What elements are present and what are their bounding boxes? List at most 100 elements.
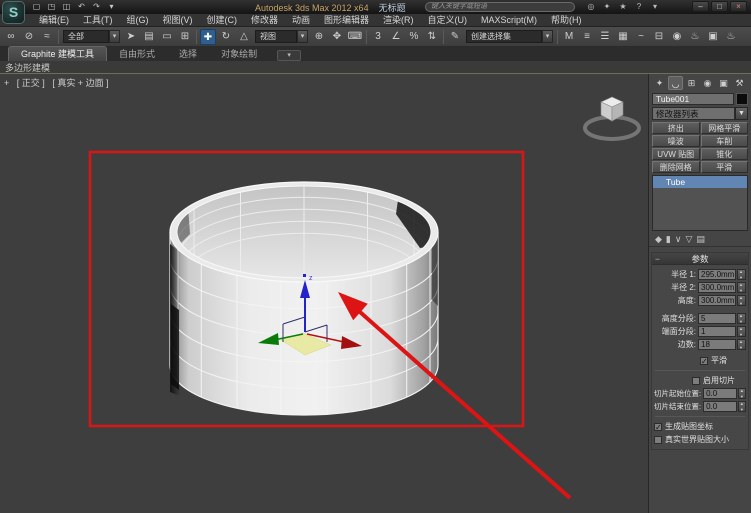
viewport-shading-label[interactable]: [ 真实 + 边面 ] bbox=[52, 78, 108, 88]
spinner-arrows-icon[interactable] bbox=[737, 282, 746, 293]
align-icon[interactable]: ≡ bbox=[579, 29, 595, 45]
pin-stack-icon[interactable]: ◆ bbox=[655, 233, 662, 246]
edit-named-selections-icon[interactable]: ✎ bbox=[447, 29, 463, 45]
favorites-icon[interactable]: ★ bbox=[617, 1, 629, 12]
menu-create[interactable]: 创建(C) bbox=[200, 14, 245, 27]
enable-slice-checkbox[interactable]: 启用切片 bbox=[692, 374, 746, 387]
tab-utilities-icon[interactable]: ⚒ bbox=[732, 76, 747, 90]
parameter-value-field[interactable]: 300.0mm bbox=[698, 295, 736, 306]
checkbox-icon[interactable] bbox=[654, 422, 662, 431]
render-setup-icon[interactable]: ♨ bbox=[687, 29, 703, 45]
schematic-view-icon[interactable]: ⊟ bbox=[651, 29, 667, 45]
menu-edit[interactable]: 编辑(E) bbox=[32, 14, 76, 27]
maximize-button[interactable]: □ bbox=[711, 1, 728, 12]
help-dropdown-icon[interactable]: ▾ bbox=[649, 1, 661, 12]
search-input[interactable]: 键入关键字或短语 bbox=[425, 2, 575, 12]
modifier-stack[interactable]: Tube bbox=[652, 175, 748, 231]
percent-snap-icon[interactable]: % bbox=[406, 29, 422, 45]
mirror-icon[interactable]: M bbox=[561, 29, 577, 45]
window-crossing-icon[interactable]: ⊞ bbox=[177, 29, 193, 45]
modifier-list-dropdown[interactable]: 修改器列表 bbox=[652, 107, 735, 120]
tab-modify-icon[interactable]: ◡ bbox=[668, 76, 683, 90]
chevron-down-icon[interactable]: ▾ bbox=[297, 30, 308, 43]
tab-create-icon[interactable]: ✦ bbox=[652, 76, 667, 90]
checkbox-icon[interactable] bbox=[654, 435, 662, 444]
parameter-value-field[interactable]: 5 bbox=[698, 313, 736, 324]
show-end-result-icon[interactable]: ▮ bbox=[666, 233, 671, 246]
menu-modifiers[interactable]: 修改器 bbox=[244, 14, 285, 27]
tab-freeform[interactable]: 自由形式 bbox=[107, 47, 167, 61]
bind-to-space-warp-icon[interactable]: ≈ bbox=[39, 29, 55, 45]
make-unique-icon[interactable]: ∨ bbox=[675, 233, 682, 246]
tab-motion-icon[interactable]: ◉ bbox=[700, 76, 715, 90]
selection-filter-dropdown[interactable]: 全部 ▾ bbox=[63, 30, 120, 43]
menu-animation[interactable]: 动画 bbox=[285, 14, 317, 27]
btn-uvw-map[interactable]: UVW 贴图 bbox=[652, 148, 700, 160]
btn-smooth[interactable]: 平滑 bbox=[700, 161, 748, 173]
real-world-map-size-checkbox[interactable]: 真实世界贴图大小 bbox=[654, 433, 746, 446]
app-logo-icon[interactable]: S bbox=[2, 1, 25, 24]
object-name-field[interactable]: Tube001 bbox=[652, 93, 734, 105]
spinner-arrows-icon[interactable] bbox=[737, 295, 746, 306]
material-editor-icon[interactable]: ◉ bbox=[669, 29, 685, 45]
smooth-checkbox[interactable]: 平滑 bbox=[700, 354, 746, 367]
rendered-frame-icon[interactable]: ▣ bbox=[705, 29, 721, 45]
menu-maxscript[interactable]: MAXScript(M) bbox=[474, 14, 544, 27]
menu-group[interactable]: 组(G) bbox=[120, 14, 156, 27]
communication-center-icon[interactable]: ✦ bbox=[601, 1, 613, 12]
select-and-rotate-icon[interactable]: ↻ bbox=[218, 29, 234, 45]
spinner-arrows-icon[interactable] bbox=[737, 269, 746, 280]
unlink-selection-icon[interactable]: ⊘ bbox=[21, 29, 37, 45]
chevron-down-icon[interactable]: ▼ bbox=[735, 107, 748, 120]
collapse-icon[interactable]: − bbox=[655, 253, 660, 265]
viewport-label[interactable]: + [ 正交 ] [ 真实 + 边面 ] bbox=[4, 76, 114, 89]
select-and-move-icon[interactable]: ✚ bbox=[200, 28, 216, 45]
spinner-snap-icon[interactable]: ⇅ bbox=[424, 29, 440, 45]
tab-selection[interactable]: 选择 bbox=[167, 47, 209, 61]
menu-views[interactable]: 视图(V) bbox=[156, 14, 200, 27]
layer-manager-icon[interactable]: ☰ bbox=[597, 29, 613, 45]
remove-modifier-icon[interactable]: ▽ bbox=[685, 233, 692, 246]
viewport-canvas[interactable]: z bbox=[0, 74, 648, 513]
chevron-down-icon[interactable]: ▾ bbox=[109, 30, 120, 43]
named-selection-sets-dropdown[interactable]: 创建选择集 ▾ bbox=[466, 30, 553, 43]
viewcube[interactable] bbox=[583, 96, 641, 141]
render-production-icon[interactable]: ♨ bbox=[723, 29, 739, 45]
redo-icon[interactable]: ↷ bbox=[90, 1, 103, 13]
generate-mapping-coords-checkbox[interactable]: 生成贴图坐标 bbox=[654, 420, 746, 433]
menu-help[interactable]: 帮助(H) bbox=[544, 14, 589, 27]
use-pivot-center-icon[interactable]: ⊕ bbox=[311, 29, 327, 45]
btn-extrude[interactable]: 挤出 bbox=[652, 122, 700, 134]
select-and-manipulate-icon[interactable]: ✥ bbox=[329, 29, 345, 45]
menu-graph-editors[interactable]: 图形编辑器 bbox=[317, 14, 376, 27]
btn-delete-mesh[interactable]: 删除网格 bbox=[652, 161, 700, 173]
curve-editor-icon[interactable]: ~ bbox=[633, 29, 649, 45]
graphite-toggle-icon[interactable]: ▦ bbox=[615, 29, 631, 45]
reference-coordinate-dropdown[interactable]: 视图 ▾ bbox=[255, 30, 308, 43]
btn-mesh-smooth[interactable]: 网格平滑 bbox=[700, 122, 748, 134]
spinner-arrows-icon[interactable] bbox=[737, 401, 746, 412]
parameter-value-field[interactable]: 0.0 bbox=[703, 388, 737, 399]
new-scene-icon[interactable]: ▢ bbox=[30, 1, 43, 13]
select-and-link-icon[interactable]: ∞ bbox=[3, 29, 19, 45]
spinner-arrows-icon[interactable] bbox=[737, 339, 746, 350]
select-object-icon[interactable]: ➤ bbox=[123, 29, 139, 45]
parameter-value-field[interactable]: 295.0mm bbox=[698, 269, 736, 280]
menu-customize[interactable]: 自定义(U) bbox=[421, 14, 475, 27]
tab-object-paint[interactable]: 对象绘制 bbox=[209, 47, 269, 61]
rollout-header[interactable]: − 参数 bbox=[652, 253, 748, 265]
btn-lathe[interactable]: 车削 bbox=[700, 135, 748, 147]
viewport[interactable]: + [ 正交 ] [ 真实 + 边面 ] z bbox=[0, 74, 648, 513]
tab-display-icon[interactable]: ▣ bbox=[716, 76, 731, 90]
parameter-value-field[interactable]: 1 bbox=[698, 326, 736, 337]
tab-graphite-modeling-tools[interactable]: Graphite 建模工具 bbox=[8, 46, 108, 61]
select-and-scale-icon[interactable]: △ bbox=[236, 29, 252, 45]
chevron-down-icon[interactable]: ▾ bbox=[542, 30, 553, 43]
ribbon-collapse-icon[interactable]: ▾ bbox=[277, 50, 302, 61]
select-by-name-icon[interactable]: ▤ bbox=[141, 29, 157, 45]
spinner-arrows-icon[interactable] bbox=[737, 326, 746, 337]
parameter-value-field[interactable]: 300.0mm bbox=[698, 282, 736, 293]
checkbox-icon[interactable] bbox=[692, 376, 700, 385]
help-icon[interactable]: ? bbox=[633, 1, 645, 12]
keyboard-override-icon[interactable]: ⌨ bbox=[347, 29, 363, 45]
